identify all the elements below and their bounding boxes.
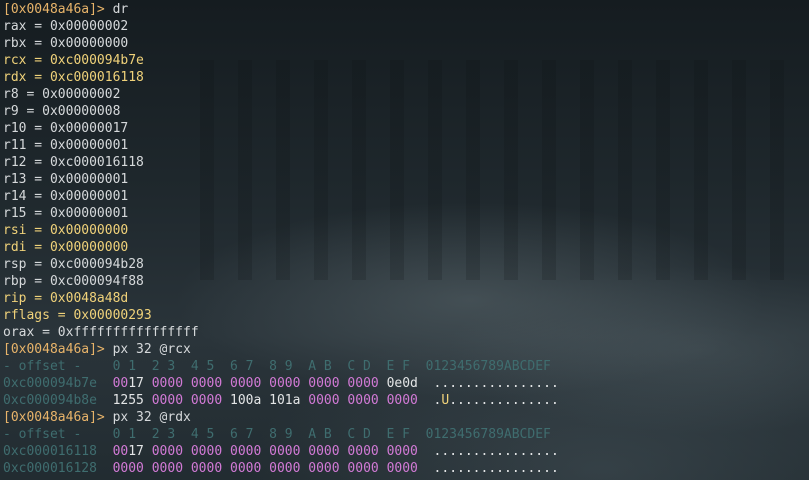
- hex-word: 0e0d: [386, 376, 418, 391]
- hex-word: 0000: [347, 393, 379, 408]
- hex-word: 0000: [151, 461, 184, 476]
- hex-word: 0000: [386, 444, 418, 459]
- register-line: rbx = 0x00000000: [3, 36, 129, 51]
- hex-word: 0000: [386, 393, 418, 408]
- register-line: r9 = 0x00000008: [3, 104, 121, 119]
- hex-word: 0000: [190, 376, 223, 391]
- register-line: r12 = 0xc000016118: [3, 155, 144, 170]
- hex-word: 0000: [190, 461, 223, 476]
- hexdump-rdx: 0xc000016118 0017 0000 0000 0000 0000 00…: [3, 443, 809, 477]
- hex-byte: 00: [112, 444, 129, 459]
- register-line: r10 = 0x00000017: [3, 121, 129, 136]
- hex-byte: 55: [128, 393, 144, 408]
- hex-word: 101a: [269, 393, 301, 408]
- hex-word: 0000: [190, 444, 223, 459]
- hexdump-row: 0xc000016118 0017 0000 0000 0000 0000 00…: [3, 443, 809, 460]
- register-line: r13 = 0x00000001: [3, 172, 129, 187]
- hex-word: 100a: [230, 393, 262, 408]
- hex-word: 0000: [347, 461, 379, 476]
- hex-word: 0000: [269, 444, 301, 459]
- hex-word: 0000: [308, 444, 340, 459]
- hexdump-address: 0xc000016128: [3, 461, 97, 476]
- prompt: [0x0048a46a]>: [3, 410, 105, 425]
- hex-word: 0000: [112, 461, 144, 476]
- register-line: rbp = 0xc000094f88: [3, 274, 144, 289]
- hex-word: 0000: [347, 376, 379, 391]
- hex-byte: 17: [128, 376, 144, 391]
- hexdump-header: - offset - 0 1 2 3 4 5 6 7 8 9 A B C D E…: [3, 359, 551, 374]
- command: dr: [104, 2, 129, 17]
- hex-word: 0000: [269, 376, 301, 391]
- register-line: rsi = 0x00000000: [3, 223, 129, 238]
- hexdump-ascii: ................: [433, 444, 559, 459]
- command: px 32 @rcx: [104, 342, 191, 357]
- register-line: rflags = 0x00000293: [3, 308, 152, 323]
- hex-word: 0000: [151, 444, 184, 459]
- register-line: rsp = 0xc000094b28: [3, 257, 144, 272]
- register-list: rax = 0x00000002 rbx = 0x00000000 rcx = 0x…: [3, 18, 809, 341]
- hex-word: 0000: [347, 444, 379, 459]
- register-line: rax = 0x00000002: [3, 19, 129, 34]
- hex-word: 0000: [230, 461, 262, 476]
- register-line: r11 = 0x00000001: [3, 138, 129, 153]
- command: px 32 @rdx: [104, 410, 191, 425]
- hex-word: 0000: [151, 393, 184, 408]
- hex-word: 0000: [308, 393, 340, 408]
- register-line: rcx = 0xc000094b7e: [3, 53, 144, 68]
- hexdump-ascii: ................: [433, 376, 559, 391]
- hexdump-row: 0xc000016128 0000 0000 0000 0000 0000 00…: [3, 460, 809, 477]
- hex-word: 0000: [230, 444, 262, 459]
- hex-word: 0000: [151, 376, 184, 391]
- hex-word: 0000: [308, 376, 340, 391]
- prompt-line-dr: [0x0048a46a]> dr: [3, 1, 809, 18]
- hexdump-ascii: ................: [433, 461, 559, 476]
- register-line: rdi = 0x00000000: [3, 240, 129, 255]
- prompt: [0x0048a46a]>: [3, 2, 105, 17]
- hexdump-header: - offset - 0 1 2 3 4 5 6 7 8 9 A B C D E…: [3, 427, 551, 442]
- register-line: r8 = 0x00000002: [3, 87, 121, 102]
- hexdump-row: 0xc000094b7e 0017 0000 0000 0000 0000 00…: [3, 375, 809, 392]
- terminal-output[interactable]: [0x0048a46a]> dr rax = 0x00000002 rbx = 0…: [3, 1, 809, 477]
- hex-word: 0000: [190, 393, 223, 408]
- hex-word: 0000: [308, 461, 340, 476]
- hexdump-address: 0xc000094b8e: [3, 393, 97, 408]
- prompt-line-px-rcx: [0x0048a46a]> px 32 @rcx: [3, 341, 809, 358]
- hex-byte: 00: [112, 376, 129, 391]
- hex-word: 0000: [269, 461, 301, 476]
- register-line: orax = 0xffffffffffffffff: [3, 325, 199, 340]
- hexdump-row: 0xc000094b8e 1255 0000 0000 100a 101a 00…: [3, 392, 809, 409]
- prompt-line-px-rdx: [0x0048a46a]> px 32 @rdx: [3, 409, 809, 426]
- hex-byte: 12: [112, 393, 129, 408]
- hexdump-ascii: .U..............: [433, 393, 559, 408]
- register-line: rdx = 0xc000016118: [3, 70, 144, 85]
- register-line: rip = 0x0048a48d: [3, 291, 129, 306]
- hexdump-rcx: 0xc000094b7e 0017 0000 0000 0000 0000 00…: [3, 375, 809, 409]
- hex-word: 0000: [230, 376, 262, 391]
- prompt: [0x0048a46a]>: [3, 342, 105, 357]
- hex-word: 0000: [386, 461, 418, 476]
- register-line: r14 = 0x00000001: [3, 189, 129, 204]
- hexdump-address: 0xc000094b7e: [3, 376, 97, 391]
- hexdump-address: 0xc000016118: [3, 444, 97, 459]
- hex-byte: 17: [128, 444, 144, 459]
- register-line: r15 = 0x00000001: [3, 206, 129, 221]
